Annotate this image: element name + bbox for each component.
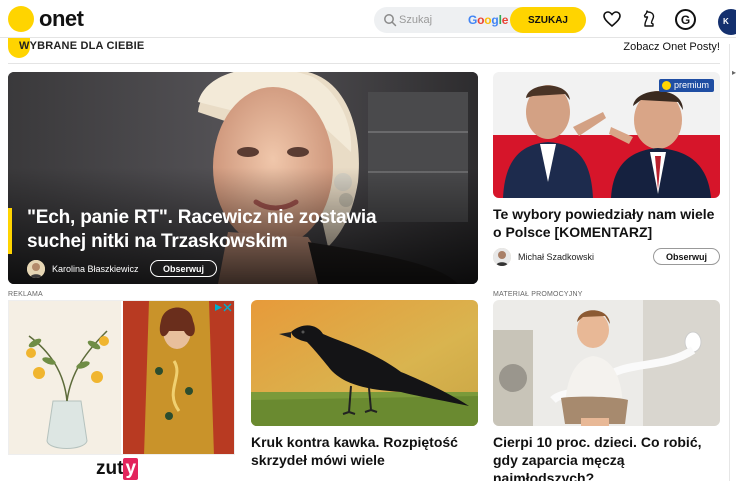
author-avatar xyxy=(27,260,45,278)
section-divider xyxy=(8,63,720,64)
google-logo: Google xyxy=(468,13,509,27)
article-image xyxy=(251,300,478,426)
promo-label: MATERIAŁ PROMOCYJNY xyxy=(493,291,583,298)
article-image xyxy=(493,300,720,426)
login-initial: K xyxy=(723,17,729,26)
adchoices-icon[interactable] xyxy=(214,303,223,312)
premium-dot-icon xyxy=(661,81,671,90)
onet-logo[interactable]: onet xyxy=(8,5,84,33)
hero-author[interactable]: Karolina Błaszkiewicz xyxy=(27,260,139,278)
follow-button[interactable]: Obserwuj xyxy=(652,248,720,265)
article-card-raven[interactable]: Kruk kontra kawka. Rozpiętość skrzydeł m… xyxy=(251,300,478,480)
advertisement[interactable] xyxy=(8,300,235,455)
onet-posty-link[interactable]: Zobacz Onet Posty! xyxy=(623,41,720,53)
heart-icon[interactable] xyxy=(602,9,622,29)
logo-dot-icon xyxy=(8,6,34,32)
author-name: Michał Szadkowski xyxy=(518,252,595,262)
user-avatar-button[interactable]: K xyxy=(718,9,736,35)
g-badge-icon[interactable]: G xyxy=(675,9,696,30)
hero-article-card[interactable]: "Ech, panie RT". Racewicz nie zostawia s… xyxy=(8,72,478,284)
article-author[interactable]: Michał Szadkowski xyxy=(493,248,594,266)
ad-label: REKLAMA xyxy=(8,291,43,298)
close-icon[interactable] xyxy=(223,303,232,312)
article-card-children[interactable]: Cierpi 10 proc. dzieci. Co robić, gdy za… xyxy=(493,300,720,481)
author-name: Karolina Błaszkiewicz xyxy=(52,264,139,274)
chess-knight-icon[interactable] xyxy=(639,9,659,29)
article-card-elections[interactable]: premium Te wybory powiedziały nam wiele … xyxy=(493,72,720,272)
article-headline[interactable]: Cierpi 10 proc. dzieci. Co robić, gdy za… xyxy=(493,433,720,481)
search-box: Google SZUKAJ xyxy=(374,7,586,33)
side-scroll-rule xyxy=(729,44,730,481)
search-button[interactable]: SZUKAJ xyxy=(510,7,586,33)
hero-accent-bar xyxy=(8,208,12,254)
search-input[interactable] xyxy=(399,11,469,29)
ad-brand-logo[interactable]: zut y xyxy=(96,458,139,480)
follow-button[interactable]: Obserwuj xyxy=(150,260,218,277)
section-bar: WYBRANE DLA CIEBIE Zobacz Onet Posty! xyxy=(0,38,736,64)
article-headline[interactable]: Te wybory powiedziały nam wiele o Polsce… xyxy=(493,205,720,241)
top-header: onet Google SZUKAJ G K xyxy=(0,0,736,38)
g-badge-letter: G xyxy=(680,12,691,27)
section-title: WYBRANE DLA CIEBIE xyxy=(19,40,145,52)
article-headline[interactable]: Kruk kontra kawka. Rozpiętość skrzydeł m… xyxy=(251,433,478,469)
side-arrow-icon[interactable]: ▸ xyxy=(732,68,736,77)
hero-headline[interactable]: "Ech, panie RT". Racewicz nie zostawia s… xyxy=(27,206,407,254)
logo-text: onet xyxy=(39,6,84,31)
premium-label: premium xyxy=(673,80,709,90)
article-image: premium xyxy=(493,72,720,198)
ad-choices[interactable] xyxy=(214,302,232,312)
premium-badge: premium xyxy=(658,79,714,92)
search-icon xyxy=(384,14,397,27)
author-avatar xyxy=(493,248,511,266)
